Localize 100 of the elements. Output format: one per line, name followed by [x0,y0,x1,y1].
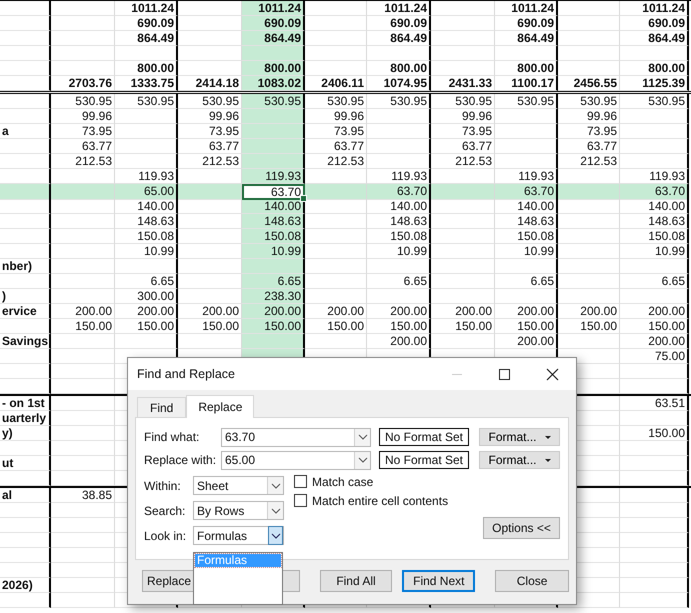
table-cell[interactable] [0,533,51,548]
table-cell[interactable]: 10.99 [495,244,558,259]
table-cell[interactable]: 1083.02 [242,76,305,91]
format-button[interactable]: Format... [479,428,560,446]
table-cell[interactable] [495,124,558,139]
table-cell[interactable]: 150.00 [367,319,431,334]
table-cell[interactable]: 800.00 [242,61,305,76]
table-cell[interactable] [620,46,689,61]
table-cell[interactable] [0,563,51,578]
table-cell[interactable] [620,593,689,608]
row-label[interactable]: - on 1st [0,396,51,411]
table-cell[interactable] [620,364,689,379]
table-cell[interactable]: 200.00 [495,304,558,319]
table-cell[interactable]: 150.08 [367,229,431,244]
table-cell[interactable]: 2406.11 [305,76,367,91]
row-label[interactable]: a [0,124,51,139]
table-cell[interactable] [495,109,558,124]
table-cell[interactable] [115,334,178,349]
table-cell[interactable] [115,259,178,274]
table-cell[interactable]: 73.95 [51,124,115,139]
table-cell[interactable]: 148.63 [242,214,305,229]
table-cell[interactable]: 150.00 [115,319,178,334]
table-cell[interactable] [495,139,558,154]
table-cell[interactable]: 10.99 [367,244,431,259]
table-cell[interactable] [0,593,51,608]
table-cell[interactable] [620,518,689,533]
table-cell[interactable]: 99.96 [305,109,367,124]
close-icon[interactable] [546,368,559,380]
table-cell[interactable] [0,229,51,244]
table-cell[interactable] [620,563,689,578]
table-cell[interactable]: 690.09 [367,16,431,31]
table-cell[interactable] [115,139,178,154]
table-cell[interactable]: 63.51 [620,396,689,411]
table-cell[interactable] [242,139,305,154]
dropdown[interactable]: Sheet [193,476,284,495]
row-label[interactable]: ervice [0,304,51,319]
table-cell[interactable] [620,289,689,304]
table-cell[interactable]: 140.00 [242,199,305,214]
table-cell[interactable] [0,214,51,229]
dropdown[interactable]: By Rows [193,501,284,520]
table-cell[interactable]: 6.65 [367,274,431,289]
table-cell[interactable] [0,61,51,76]
table-cell[interactable]: 150.08 [115,229,178,244]
table-cell[interactable]: 200.00 [115,304,178,319]
table-cell[interactable]: 690.09 [242,16,305,31]
table-cell[interactable] [0,364,51,379]
table-cell[interactable]: 6.65 [242,274,305,289]
table-cell[interactable] [367,124,431,139]
row-label[interactable]: al [0,488,51,503]
table-cell[interactable]: 1125.39 [620,76,689,91]
table-cell[interactable] [0,471,51,486]
table-cell[interactable] [620,548,689,563]
table-cell[interactable]: 10.99 [620,244,689,259]
button[interactable]: Find All [320,570,392,592]
format-button[interactable]: Format... [479,451,560,469]
table-cell[interactable] [367,139,431,154]
table-cell[interactable]: 38.85 [51,488,115,503]
table-cell[interactable] [0,139,51,154]
table-cell[interactable]: 1100.17 [495,76,558,91]
table-cell[interactable]: 140.00 [620,199,689,214]
table-cell[interactable]: 212.53 [431,154,495,169]
table-cell[interactable] [620,488,689,503]
combo-field[interactable]: 65.00 [221,450,371,470]
table-cell[interactable] [0,349,51,364]
table-cell[interactable]: 73.95 [431,124,495,139]
tab[interactable]: Find [137,397,186,417]
table-cell[interactable] [0,46,51,61]
table-cell[interactable]: 150.00 [620,319,689,334]
table-cell[interactable] [0,379,51,394]
table-cell[interactable]: 10.99 [242,244,305,259]
table-cell[interactable]: 10.99 [115,244,178,259]
table-cell[interactable] [0,548,51,563]
table-cell[interactable]: 200.00 [367,304,431,319]
table-cell[interactable] [495,259,558,274]
table-cell[interactable]: 6.65 [620,274,689,289]
table-cell[interactable] [0,31,51,46]
table-cell[interactable] [0,1,51,16]
table-cell[interactable]: 530.95 [620,94,689,109]
table-cell[interactable]: 140.00 [367,199,431,214]
table-cell[interactable]: 63.70 [620,184,689,200]
table-cell[interactable]: 200.00 [367,334,431,349]
button[interactable]: Find Next [402,570,476,592]
table-cell[interactable]: 150.00 [558,319,620,334]
table-cell[interactable]: 530.95 [495,94,558,109]
table-cell[interactable] [495,46,558,61]
table-cell[interactable] [620,411,689,426]
table-cell[interactable]: 63.77 [51,139,115,154]
checkbox[interactable] [294,475,307,488]
table-cell[interactable]: 530.95 [431,94,495,109]
table-cell[interactable]: 150.00 [242,319,305,334]
table-cell[interactable] [242,124,305,139]
table-cell[interactable]: 119.93 [242,169,305,184]
table-cell[interactable] [0,76,51,91]
table-cell[interactable]: 150.00 [495,319,558,334]
table-cell[interactable]: 212.53 [305,154,367,169]
table-cell[interactable] [495,154,558,169]
table-cell[interactable]: 150.00 [51,319,115,334]
row-label[interactable]: nber) [0,259,51,274]
table-cell[interactable] [242,154,305,169]
table-cell[interactable]: 200.00 [51,304,115,319]
